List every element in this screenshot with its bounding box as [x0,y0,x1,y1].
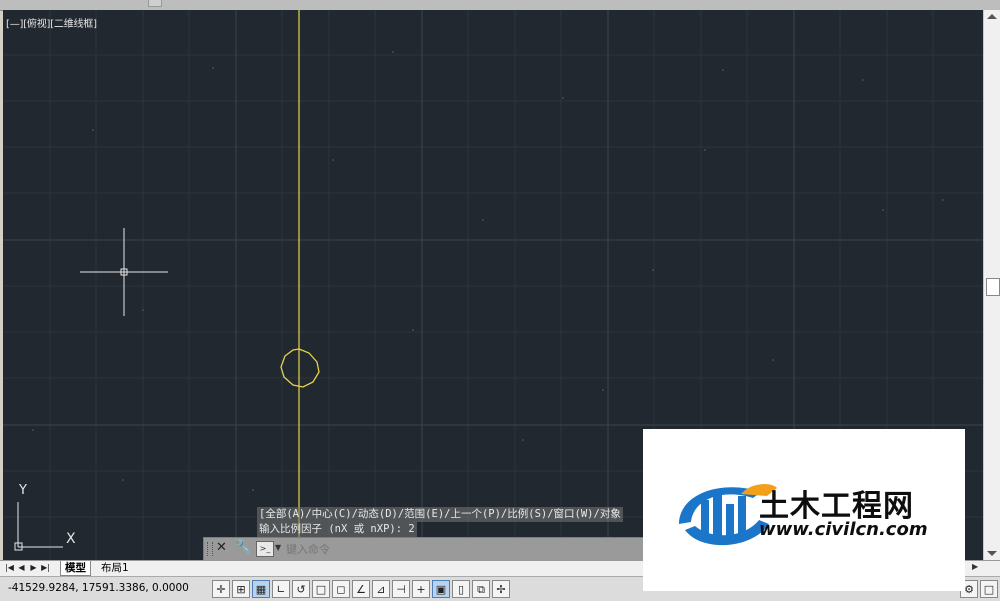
prev-tab-icon[interactable]: ◀ [17,563,26,573]
command-history-line: [全部(A)/中心(C)/动态(D)/范围(E)/上一个(P)/比例(S)/窗口… [257,507,623,522]
annotation-monitor-icon[interactable]: ✢ [492,580,510,598]
wrench-icon[interactable]: 🔧 [235,540,251,555]
tab-nub [148,0,162,7]
command-history: [全部(A)/中心(C)/动态(D)/范围(E)/上一个(P)/比例(S)/窗口… [257,507,657,537]
watermark-url: www.civilcn.com [759,519,928,540]
polygon-object[interactable] [280,348,320,388]
command-input[interactable] [284,540,648,558]
lineweight-icon[interactable]: + [412,580,430,598]
ucs-icon [14,502,63,551]
vertical-scrollbar[interactable] [983,10,1000,560]
selection-cycling-icon[interactable]: ⧉ [472,580,490,598]
object-snap-tracking-icon[interactable]: ∠ [352,580,370,598]
watermark: 土木工程网 www.civilcn.com [643,429,965,591]
drag-grip[interactable] [207,542,213,556]
scroll-right-icon[interactable]: ▶ [972,562,982,574]
clean-screen-icon[interactable]: □ [980,580,998,598]
close-icon[interactable]: ✕ [216,540,227,555]
ortho-mode-icon[interactable]: ∟ [272,580,290,598]
chevron-down-icon[interactable]: ▼ [275,543,281,552]
scroll-up-icon[interactable] [987,14,997,19]
tab-model[interactable]: 模型 [60,561,91,576]
command-prompt-icon[interactable]: >_ [256,541,274,557]
ucs-y-label: Y [19,483,27,498]
scroll-down-icon[interactable] [987,551,997,556]
transparency-icon[interactable]: ▣ [432,580,450,598]
tab-layout1[interactable]: 布局1 [97,561,133,575]
next-tab-icon[interactable]: ▶ [29,563,38,573]
snap-mode-icon[interactable]: ⊞ [232,580,250,598]
3d-object-snap-icon[interactable]: ◻ [332,580,350,598]
first-tab-icon[interactable]: |◀ [5,563,14,573]
object-snap-icon[interactable]: □ [312,580,330,598]
coordinate-readout: -41529.9284, 17591.3386, 0.0000 [8,582,189,594]
dynamic-ucs-icon[interactable]: ⊿ [372,580,390,598]
command-line[interactable]: ✕ 🔧 >_ ▼ [203,537,655,561]
viewport-controls-label[interactable]: [—][俯视][二维线框] [6,15,97,30]
ucs-x-label: X [66,531,76,547]
polar-tracking-icon[interactable]: ↺ [292,580,310,598]
dynamic-input-icon[interactable]: ⊣ [392,580,410,598]
crosshair-cursor [80,228,168,316]
infer-constraints-icon[interactable]: ✛ [212,580,230,598]
command-history-line: 输入比例因子 (nX 或 nXP): 2 [257,522,417,537]
last-tab-icon[interactable]: ▶| [41,563,50,573]
grid-display-icon[interactable]: ▦ [252,580,270,598]
scrollbar-thumb[interactable] [986,278,1000,296]
quick-properties-icon[interactable]: ▯ [452,580,470,598]
